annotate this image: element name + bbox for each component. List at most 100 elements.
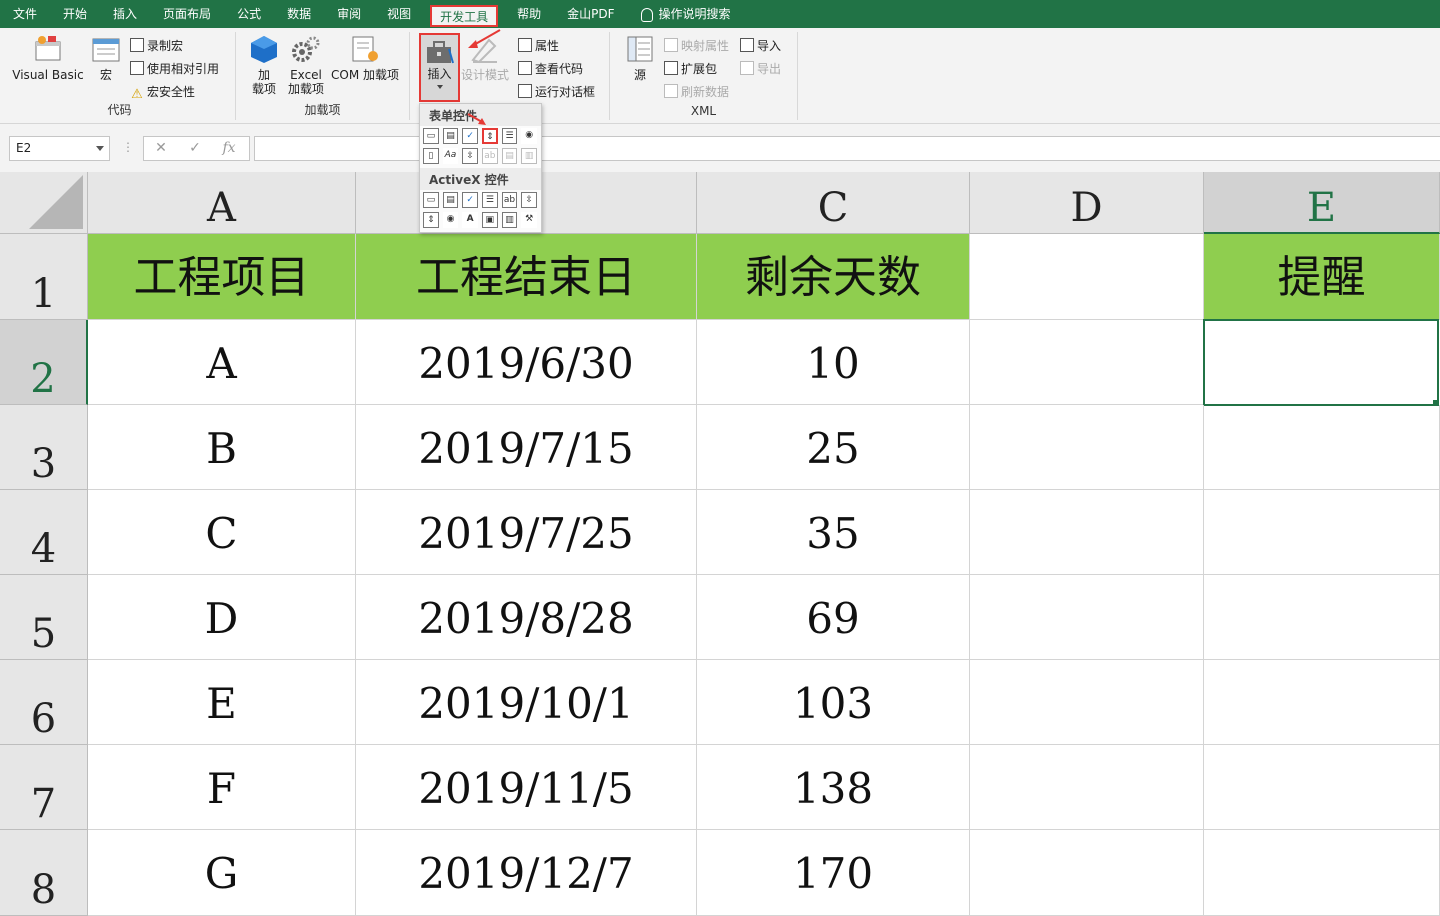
cell-a3[interactable]: B <box>88 405 356 490</box>
cell-d1[interactable] <box>970 234 1204 320</box>
cell-c4[interactable]: 35 <box>697 490 970 575</box>
activex-option-button-icon[interactable]: ◉ <box>442 212 459 228</box>
cell-d4[interactable] <box>970 490 1204 575</box>
button-control-icon[interactable]: ▭ <box>423 128 439 144</box>
row-header-8[interactable]: 8 <box>0 830 88 916</box>
tab-kingsoft-pdf[interactable]: 金山PDF <box>554 0 627 28</box>
addins-button[interactable]: 加 载项 <box>246 34 282 96</box>
label-control-icon[interactable]: Aa <box>442 148 459 164</box>
cell-d7[interactable] <box>970 745 1204 830</box>
xml-import-button[interactable]: 导入 <box>740 36 781 56</box>
cell-a2[interactable]: A <box>88 320 356 405</box>
combo-list-edit-icon[interactable]: ▤ <box>501 148 518 164</box>
row-header-5[interactable]: 5 <box>0 575 88 660</box>
activex-combo-box-icon[interactable]: ▤ <box>442 192 459 208</box>
group-box-icon[interactable]: ▯ <box>423 148 439 164</box>
column-header-d[interactable]: D <box>970 172 1204 234</box>
row-header-1[interactable]: 1 <box>0 234 88 320</box>
cell-e8[interactable] <box>1204 830 1440 916</box>
option-button-icon[interactable]: ◉ <box>521 128 538 144</box>
macro-security-button[interactable]: ⚠ 宏安全性 <box>130 82 195 102</box>
cell-c6[interactable]: 103 <box>697 660 970 745</box>
cell-d8[interactable] <box>970 830 1204 916</box>
enter-icon[interactable]: ✓ <box>178 137 212 160</box>
column-header-c[interactable]: C <box>697 172 970 234</box>
cell-c5[interactable]: 69 <box>697 575 970 660</box>
tab-help[interactable]: 帮助 <box>504 0 554 28</box>
cell-d2[interactable] <box>970 320 1204 405</box>
scroll-bar-icon[interactable]: ⇳ <box>462 148 478 164</box>
run-dialog-button[interactable]: 运行对话框 <box>518 82 595 102</box>
cell-a8[interactable]: G <box>88 830 356 916</box>
record-macro-button[interactable]: 录制宏 <box>130 36 183 56</box>
combo-box-icon[interactable]: ▤ <box>442 128 459 144</box>
map-properties-button[interactable]: 映射属性 <box>664 36 729 56</box>
cell-e1[interactable]: 提醒 <box>1204 234 1440 320</box>
cell-e2[interactable] <box>1203 319 1439 406</box>
list-box-icon[interactable]: ☰ <box>501 128 518 144</box>
tab-insert[interactable]: 插入 <box>100 0 150 28</box>
cell-b4[interactable]: 2019/7/25 <box>356 490 697 575</box>
cell-c7[interactable]: 138 <box>697 745 970 830</box>
cell-c8[interactable]: 170 <box>697 830 970 916</box>
tab-view[interactable]: 视图 <box>374 0 424 28</box>
cell-b8[interactable]: 2019/12/7 <box>356 830 697 916</box>
xml-source-button[interactable]: 源 <box>620 34 660 82</box>
insert-control-button[interactable]: 插入 <box>419 33 460 102</box>
com-addins-button[interactable]: COM 加载项 <box>328 34 402 82</box>
select-all-button[interactable] <box>0 172 88 234</box>
cell-c3[interactable]: 25 <box>697 405 970 490</box>
excel-addins-button[interactable]: Excel 加载项 <box>286 34 326 96</box>
tab-review[interactable]: 审阅 <box>324 0 374 28</box>
more-controls-icon[interactable]: ⚒ <box>521 212 537 228</box>
cell-a1[interactable]: 工程项目 <box>88 234 356 320</box>
tab-home[interactable]: 开始 <box>50 0 100 28</box>
cell-c2[interactable]: 10 <box>697 320 970 405</box>
checkbox-control-icon[interactable]: ✓ <box>462 128 479 144</box>
cell-d6[interactable] <box>970 660 1204 745</box>
cell-e5[interactable] <box>1204 575 1440 660</box>
row-header-7[interactable]: 7 <box>0 745 88 830</box>
row-header-3[interactable]: 3 <box>0 405 88 490</box>
row-header-2[interactable]: 2 <box>0 320 88 405</box>
cell-d5[interactable] <box>970 575 1204 660</box>
combo-dropdown-edit-icon[interactable]: ▥ <box>521 148 537 164</box>
view-code-button[interactable]: 查看代码 <box>518 59 583 79</box>
column-header-e[interactable]: E <box>1204 172 1440 234</box>
tab-file[interactable]: 文件 <box>0 0 50 28</box>
activex-checkbox-icon[interactable]: ✓ <box>462 192 479 208</box>
insert-function-icon[interactable]: fx <box>212 137 246 160</box>
cell-a5[interactable]: D <box>88 575 356 660</box>
cell-a4[interactable]: C <box>88 490 356 575</box>
tab-formulas[interactable]: 公式 <box>224 0 274 28</box>
tab-page-layout[interactable]: 页面布局 <box>150 0 224 28</box>
cell-b7[interactable]: 2019/11/5 <box>356 745 697 830</box>
name-box[interactable]: E2 <box>9 136 110 161</box>
activex-list-box-icon[interactable]: ☰ <box>482 192 498 208</box>
tab-developer[interactable]: 开发工具 <box>430 4 499 27</box>
activex-image-icon[interactable]: ▣ <box>481 212 498 228</box>
row-header-4[interactable]: 4 <box>0 490 88 575</box>
cell-e6[interactable] <box>1204 660 1440 745</box>
cell-b1[interactable]: 工程结束日 <box>356 234 697 320</box>
relative-reference-button[interactable]: 使用相对引用 <box>130 59 219 79</box>
row-header-6[interactable]: 6 <box>0 660 88 745</box>
column-header-a[interactable]: A <box>88 172 356 234</box>
cell-e3[interactable] <box>1204 405 1440 490</box>
tab-data[interactable]: 数据 <box>274 0 324 28</box>
activex-spin-button-icon[interactable]: ⇕ <box>423 212 439 228</box>
refresh-data-button[interactable]: 刷新数据 <box>664 82 729 102</box>
cell-a6[interactable]: E <box>88 660 356 745</box>
text-field-icon[interactable]: ab <box>481 148 498 164</box>
tell-me-search[interactable]: 操作说明搜索 <box>628 0 744 28</box>
command-button-icon[interactable]: ▭ <box>423 192 439 208</box>
properties-button[interactable]: 属性 <box>518 36 559 56</box>
cell-b6[interactable]: 2019/10/1 <box>356 660 697 745</box>
cell-c1[interactable]: 剩余天数 <box>697 234 970 320</box>
expansion-packs-button[interactable]: 扩展包 <box>664 59 717 79</box>
cell-a7[interactable]: F <box>88 745 356 830</box>
drag-handle-icon[interactable]: ⋮ <box>122 140 134 154</box>
cell-b5[interactable]: 2019/8/28 <box>356 575 697 660</box>
activex-label-icon[interactable]: A <box>462 212 478 228</box>
cell-b3[interactable]: 2019/7/15 <box>356 405 697 490</box>
